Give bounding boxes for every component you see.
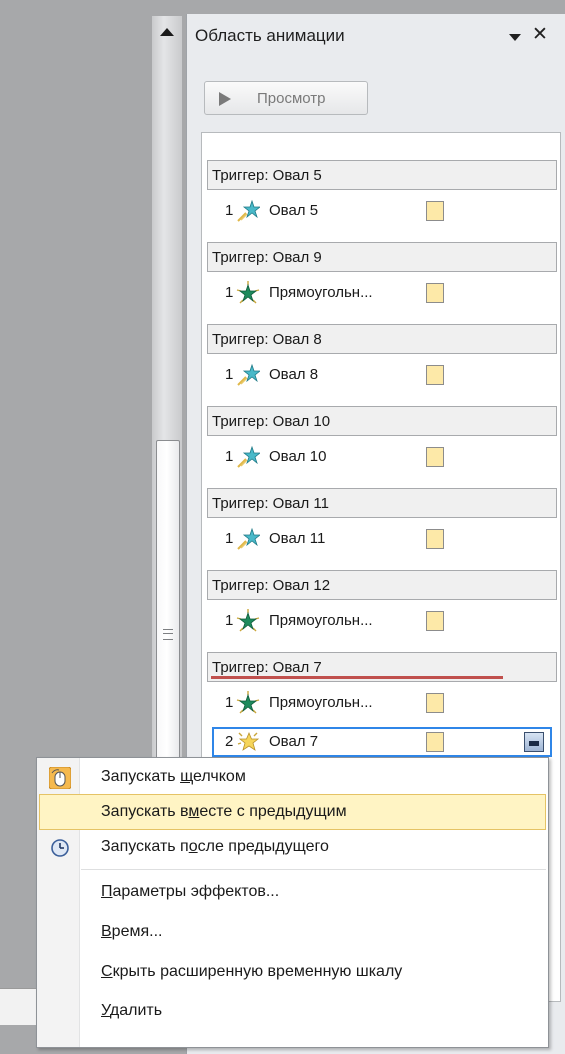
effect-name: Прямоугольн... [269,694,373,711]
effect-name: Овал 10 [269,448,327,465]
pane-title: Область анимации [195,26,345,45]
yellow-emphasis-star-icon [236,730,260,754]
play-icon [219,92,231,106]
menu-item-label: Скрыть расширенную временную шкалу [101,963,402,981]
scroll-up-button[interactable] [154,20,180,44]
close-icon[interactable]: ✕ [532,23,548,46]
play-button-label: Просмотр [257,90,326,107]
menu-item-label: Параметры эффектов... [101,883,279,901]
green-burst-star-icon [236,281,260,305]
effect-name: Прямоугольн... [269,612,373,629]
effect-name: Овал 11 [269,530,326,547]
effect-row[interactable]: 1 Овал 8 [207,360,557,390]
fly-in-star-icon [236,527,262,551]
effect-row[interactable]: 1 Овал 11 [207,524,557,554]
drop-indicator [211,676,503,679]
label-text: крыть расширенную временную шкалу [112,963,403,980]
chevron-down-icon [529,741,539,746]
access-key: щ [180,768,194,785]
timing-bar[interactable] [426,611,444,631]
fly-in-star-icon [236,445,262,469]
effect-row[interactable]: 1 Овал 5 [207,196,557,226]
green-burst-star-icon [236,609,260,633]
access-key: В [101,923,112,940]
access-key: У [101,1002,110,1019]
selected-effect-row[interactable]: 2 Овал 7 [212,727,552,757]
clock-icon [49,837,71,859]
effect-name: Овал 5 [269,202,319,219]
timing-bar[interactable] [426,365,444,385]
menu-item-start-after-previous[interactable]: Запускать после предыдущего [39,830,546,866]
effect-name: Прямоугольн... [269,284,373,301]
trigger-group-header[interactable]: Триггер: Овал 5 [207,160,557,190]
menu-item-start-on-click[interactable]: Запускать щелчком [39,760,546,796]
trigger-group-header[interactable]: Триггер: Овал 12 [207,570,557,600]
effect-name: Овал 8 [269,366,319,383]
menu-item-label: Запускать после предыдущего [101,838,329,856]
effect-order-number: 1 [225,612,234,629]
menu-item-timing[interactable]: Время... [39,915,546,951]
fly-in-star-icon [236,363,262,387]
effect-name: Овал 7 [269,733,319,750]
menu-item-label: Удалить [101,1002,162,1020]
label-text: араметры эффектов... [112,883,280,900]
label-text: Запускать п [101,838,189,855]
access-key: П [101,883,113,900]
effect-order-number: 1 [225,694,234,711]
label-text: сле предыдущего [197,838,329,855]
mouse-click-icon [48,766,72,790]
effect-order-number: 1 [225,530,234,547]
effect-order-number: 1 [225,366,234,383]
menu-item-label: Запускать щелчком [101,768,246,786]
menu-separator [81,869,546,870]
menu-item-label: Запускать вместе с предыдущим [101,803,347,821]
label-text: елчком [193,768,246,785]
effect-row[interactable]: 1 Прямоугольн... [207,606,557,636]
trigger-group-header[interactable]: Триггер: Овал 10 [207,406,557,436]
effect-row[interactable]: 1 Овал 10 [207,442,557,472]
trigger-group-header[interactable]: Триггер: Овал 9 [207,242,557,272]
fly-in-star-icon [236,199,262,223]
timing-bar[interactable] [426,201,444,221]
effect-order-number: 1 [225,448,234,465]
trigger-group-header[interactable]: Триггер: Овал 8 [207,324,557,354]
access-key: м [188,803,200,820]
context-menu: Запускать щелчком Запускать вместе с пред… [36,757,549,1048]
green-burst-star-icon [236,691,260,715]
chevron-down-icon[interactable] [509,34,521,41]
menu-item-remove[interactable]: Удалить [39,994,546,1030]
menu-item-effect-options[interactable]: Параметры эффектов... [39,875,546,911]
effect-order-number: 2 [225,733,234,750]
label-text: есте с предыдущим [199,803,347,820]
play-button[interactable]: Просмотр [204,81,368,115]
effect-row[interactable]: 1 Прямоугольн... [207,278,557,308]
effect-row[interactable]: 1 Прямоугольн... [207,688,557,718]
access-key: С [101,963,113,980]
timing-bar[interactable] [426,529,444,549]
label-text: Запускать в [101,803,189,820]
label-text: далить [109,1002,163,1019]
label-text: ремя... [111,923,163,940]
menu-item-label: Время... [101,923,162,941]
timing-bar[interactable] [426,732,444,752]
timing-bar[interactable] [426,447,444,467]
access-key: о [188,838,198,855]
timing-bar[interactable] [426,693,444,713]
grip-icon [163,629,173,640]
label-text: Запускать [101,768,181,785]
effect-dropdown-button[interactable] [524,732,544,752]
timing-bar[interactable] [426,283,444,303]
effect-order-number: 1 [225,284,234,301]
menu-item-hide-timeline[interactable]: Скрыть расширенную временную шкалу [39,955,546,991]
effect-order-number: 1 [225,202,234,219]
arrow-up-icon [160,28,174,36]
menu-item-start-with-previous[interactable]: Запускать вместе с предыдущим [39,794,546,830]
trigger-group-header[interactable]: Триггер: Овал 11 [207,488,557,518]
